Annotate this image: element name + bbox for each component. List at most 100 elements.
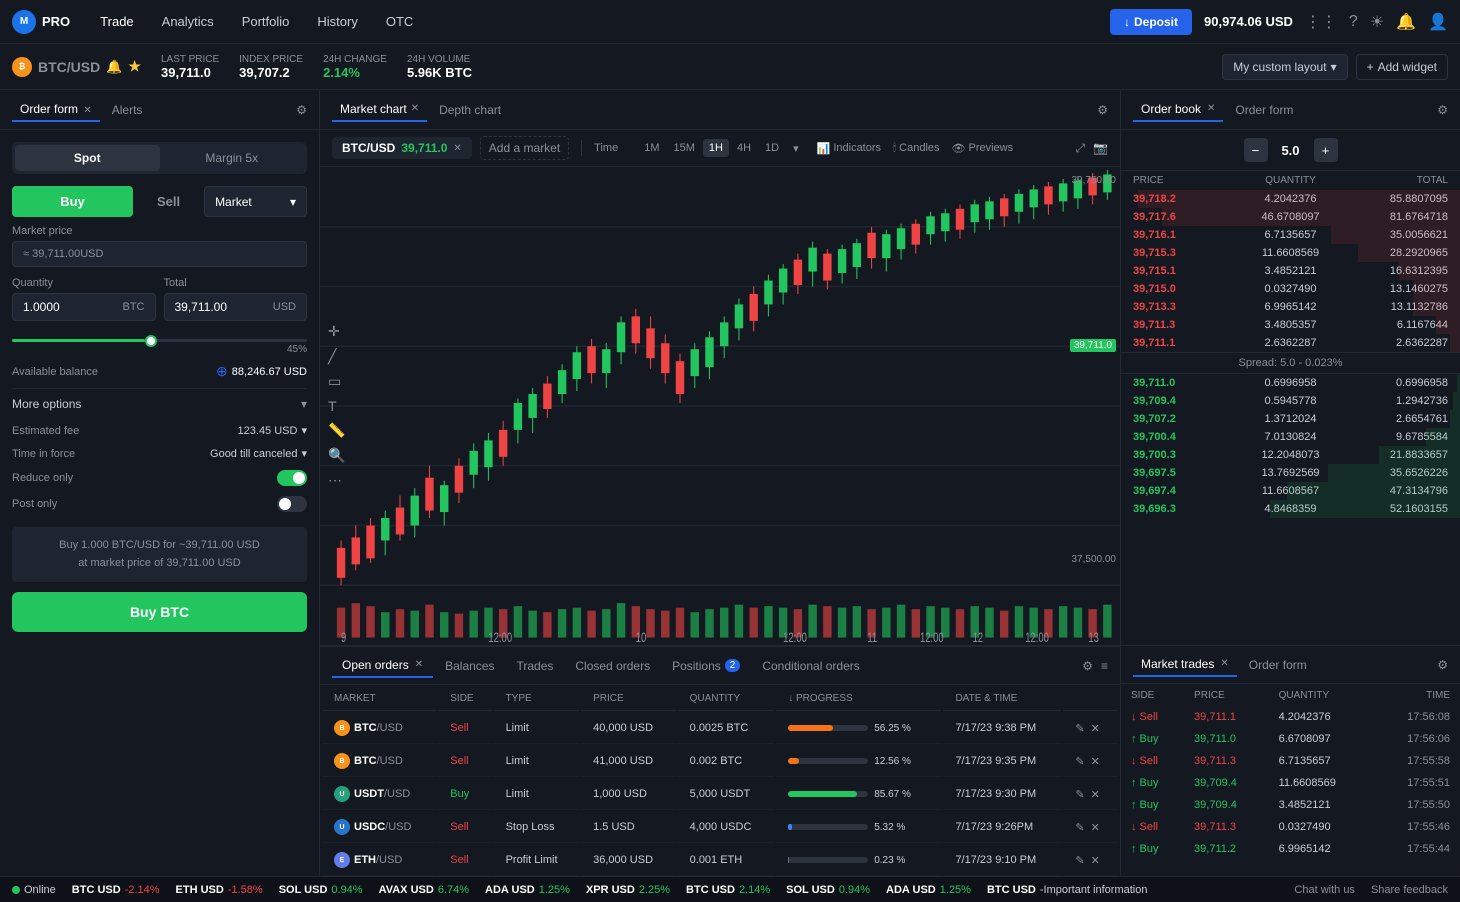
more-options-row[interactable]: More options ▾ [12,388,307,419]
slider-thumb[interactable] [145,335,157,347]
ob-ask-row[interactable]: 39,711.3 3.4805357 6.1167644 [1121,316,1460,334]
time-4h[interactable]: 4H [731,139,757,157]
share-feedback-link[interactable]: Share feedback [1371,884,1448,896]
tab-trades[interactable]: Trades [506,655,563,677]
add-market-button[interactable]: Add a market [480,136,569,160]
sell-button[interactable]: Sell [137,186,200,217]
deposit-button[interactable]: ↓ Deposit [1110,9,1192,35]
ob-ask-row[interactable]: 39,711.1 2.6362287 2.6362287 [1121,334,1460,352]
cancel-icon[interactable]: ✕ [1091,788,1100,801]
ob-bid-row[interactable]: 39,697.5 13.7692569 35.6526226 [1121,464,1460,482]
time-15m[interactable]: 15M [668,139,701,157]
ob-bid-row[interactable]: 39,700.4 7.0130824 9.6785584 [1121,428,1460,446]
ob-bid-row[interactable]: 39,697.4 11.6608567 47.3134796 [1121,482,1460,500]
ob-ask-row[interactable]: 39,713.3 6.9965142 13.1132786 [1121,298,1460,316]
order-book-settings-icon[interactable]: ⚙ [1437,103,1448,117]
total-input[interactable]: 39,711.00 USD [164,293,308,321]
ob-ask-row[interactable]: 39,715.1 3.4852121 16.6312395 [1121,262,1460,280]
time-1h[interactable]: 1H [703,139,729,157]
edit-icon[interactable]: ✎ [1075,788,1084,801]
ob-bid-row[interactable]: 39,696.3 4.8468359 52.1603155 [1121,500,1460,518]
time-1m[interactable]: 1M [638,139,665,157]
tab-depth-chart[interactable]: Depth chart [431,99,509,121]
ob-ask-row[interactable]: 39,716.1 6.7135657 35.0056621 [1121,226,1460,244]
ob-ask-row[interactable]: 39,717.6 46.6708097 81.6764718 [1121,208,1460,226]
ticker-star-icon[interactable]: ★ [128,58,141,75]
ob-bid-row[interactable]: 39,707.2 1.3712024 2.6654761 [1121,410,1460,428]
zoom-tool[interactable]: 🔍 [328,447,345,464]
tab-order-book[interactable]: Order book ✕ [1133,98,1223,122]
order-form-tab-close-icon[interactable]: ✕ [83,105,91,116]
cancel-icon[interactable]: ✕ [1091,821,1100,834]
rect-tool[interactable]: ▭ [328,373,345,390]
edit-icon[interactable]: ✎ [1075,854,1084,867]
ob-plus-button[interactable]: + [1314,138,1338,162]
cancel-icon[interactable]: ✕ [1091,755,1100,768]
account-icon[interactable]: 👤 [1428,12,1448,32]
chart-pair-badge[interactable]: BTC/USD 39,711.0 ✕ [332,137,472,159]
expand-chart-icon[interactable]: ⤢ [1075,141,1085,156]
previews-button[interactable]: 👁 Previews [952,142,1014,155]
theme-icon[interactable]: ☀ [1370,12,1384,32]
tab-market-trades[interactable]: Market trades ✕ [1133,653,1237,677]
chart-settings-icon[interactable]: ⚙ [1097,103,1108,117]
buy-button[interactable]: Buy [12,186,133,217]
text-tool[interactable]: T [328,398,345,414]
nav-portfolio[interactable]: Portfolio [236,10,296,33]
nav-analytics[interactable]: Analytics [156,10,220,33]
open-orders-close-icon[interactable]: ✕ [415,659,423,670]
ob-ask-row[interactable]: 39,718.2 4.2042376 85.8807095 [1121,190,1460,208]
time-in-force-value[interactable]: Good till canceled ▾ [210,447,307,460]
market-chart-close-icon[interactable]: ✕ [411,103,419,114]
ob-bid-row[interactable]: 39,700.3 12.2048073 21.8833657 [1121,446,1460,464]
order-form-settings-icon[interactable]: ⚙ [296,103,307,117]
tab-conditional-orders[interactable]: Conditional orders [752,655,869,677]
chat-with-us-link[interactable]: Chat with us [1294,884,1355,896]
nav-otc[interactable]: OTC [380,10,419,33]
tab-right-order-form2[interactable]: Order form [1241,654,1315,676]
ob-bid-row[interactable]: 39,711.0 0.6996958 0.6996958 [1121,374,1460,392]
cancel-icon[interactable]: ✕ [1091,854,1100,867]
reduce-only-toggle[interactable] [277,470,307,486]
spot-tab[interactable]: Spot [15,145,160,171]
margin-tab[interactable]: Margin 5x [160,145,305,171]
add-balance-icon[interactable]: ⊕ [216,363,228,380]
logo[interactable]: M PRO [12,10,70,34]
indicators-button[interactable]: 📊 Indicators [817,142,881,155]
crosshair-tool[interactable]: ✛ [328,323,345,340]
quantity-input[interactable]: 1.0000 BTC [12,293,156,321]
help-icon[interactable]: ? [1349,13,1358,31]
market-price-input[interactable]: ≈ 39,711.00 USD [12,241,307,267]
ob-bid-row[interactable]: 39,709.4 0.5945778 1.2942736 [1121,392,1460,410]
add-widget-button[interactable]: + Add widget [1356,54,1448,80]
market-trades-close-icon[interactable]: ✕ [1220,658,1228,669]
cancel-icon[interactable]: ✕ [1091,722,1100,735]
nav-trade[interactable]: Trade [94,10,139,33]
tab-order-form[interactable]: Order form ✕ [12,98,100,122]
layout-button[interactable]: My custom layout ▾ [1222,54,1347,80]
tab-alerts[interactable]: Alerts [104,99,151,121]
tab-right-order-form[interactable]: Order form [1227,99,1301,121]
time-more-icon[interactable]: ▾ [787,139,805,158]
ticker-pair[interactable]: ₿ BTC/USD 🔔 ★ [12,57,141,77]
ob-ask-row[interactable]: 39,715.3 11.6608569 28.2920965 [1121,244,1460,262]
tab-positions[interactable]: Positions 2 [662,655,750,677]
ticker-bell-icon[interactable]: 🔔 [106,59,122,75]
notifications-icon[interactable]: 🔔 [1396,12,1416,32]
candles-button[interactable]: 🕯 Candles [893,142,939,155]
measure-tool[interactable]: 📏 [328,422,345,439]
bottom-filter-icon[interactable]: ≡ [1101,659,1108,673]
order-book-close-icon[interactable]: ✕ [1207,103,1215,114]
post-only-toggle[interactable] [277,496,307,512]
more-tools-icon[interactable]: ⋯ [328,472,345,489]
time-1d[interactable]: 1D [759,139,785,157]
edit-icon[interactable]: ✎ [1075,755,1084,768]
quantity-slider[interactable]: 45% [12,339,307,355]
camera-icon[interactable]: 📷 [1093,141,1108,156]
order-type-select[interactable]: Market ▾ [204,186,307,217]
tab-open-orders[interactable]: Open orders ✕ [332,654,433,678]
edit-icon[interactable]: ✎ [1075,722,1084,735]
chart-pair-remove-icon[interactable]: ✕ [453,143,461,154]
grid-icon[interactable]: ⋮⋮ [1305,12,1337,32]
tab-balances[interactable]: Balances [435,655,504,677]
